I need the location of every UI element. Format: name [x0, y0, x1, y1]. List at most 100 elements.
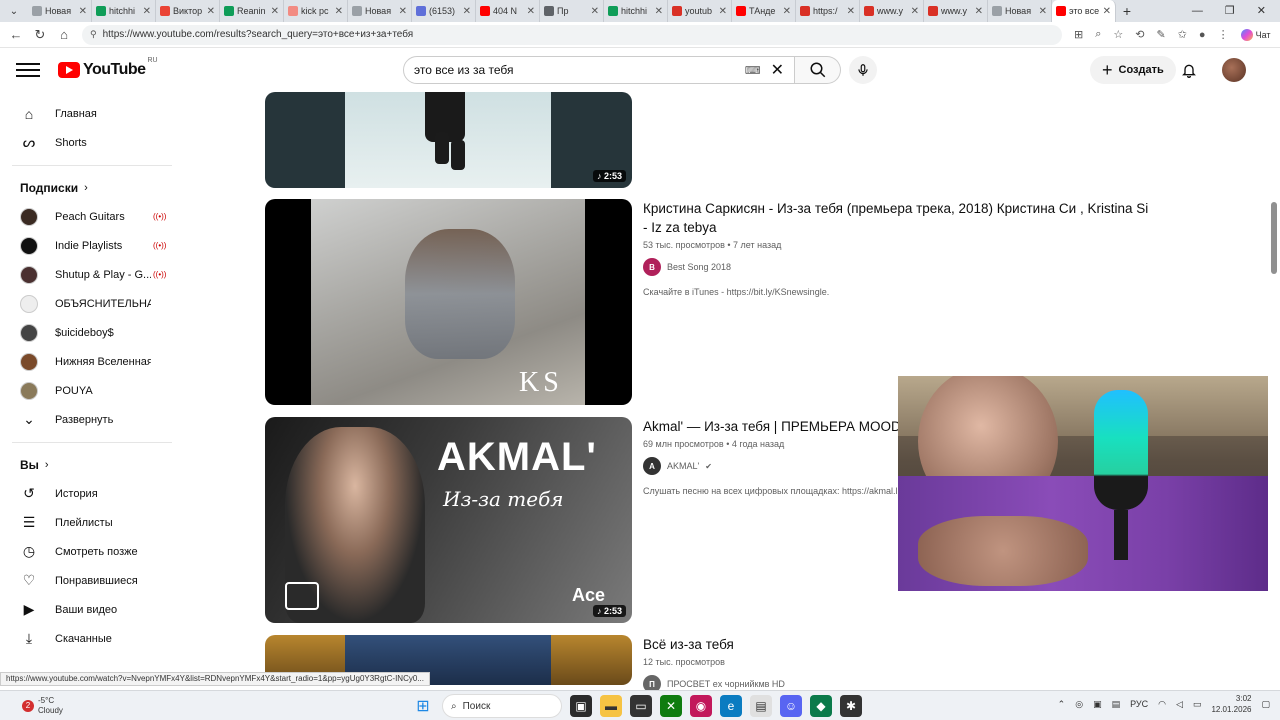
tray-app-icon[interactable]: ◎ [1075, 699, 1083, 710]
restore-icon[interactable]: ❐ [1225, 0, 1235, 22]
account-avatar[interactable] [1222, 58, 1246, 82]
create-button[interactable]: + Создать [1090, 56, 1176, 84]
channel-avatar[interactable]: A [643, 457, 661, 475]
discord-icon[interactable]: ☺ [780, 695, 802, 717]
expand-subscriptions-button[interactable]: ⌄ Развернуть [0, 405, 176, 434]
app-icon[interactable]: ▭ [630, 695, 652, 717]
site-info-icon[interactable]: ⚲ [90, 29, 97, 40]
url-field[interactable]: ⚲ https://www.youtube.com/results?search… [82, 24, 1062, 45]
subscription-item[interactable]: Shutup & Play - G... ((•)) [0, 260, 176, 289]
file-explorer-icon[interactable]: ▬ [600, 695, 622, 717]
channel-name[interactable]: AKMAL' [667, 461, 699, 471]
close-tab-icon[interactable]: ✕ [911, 6, 919, 17]
page-scrollbar[interactable] [1268, 92, 1280, 672]
back-icon[interactable]: ← [4, 27, 28, 42]
close-tab-icon[interactable]: ✕ [143, 6, 151, 17]
browser-tab[interactable]: Новая ✕ [348, 0, 412, 22]
hamburger-menu-icon[interactable] [16, 63, 40, 77]
close-tab-icon[interactable]: ✕ [399, 6, 407, 17]
sidebar-item[interactable]: ♡ Понравившиеся [0, 566, 176, 595]
sidebar-item[interactable]: ▶ Ваши видео [0, 595, 176, 624]
subscription-item[interactable]: ОБЪЯСНИТЕЛЬНАЯ [0, 289, 176, 318]
browser-tab[interactable]: hitchhi ✕ [604, 0, 668, 22]
app-icon[interactable]: ✱ [840, 695, 862, 717]
favorites-icon[interactable]: ✩ [1178, 28, 1187, 41]
minimize-icon[interactable]: — [1192, 0, 1203, 22]
browser-tab[interactable]: Новая ✕ [988, 0, 1052, 22]
taskbar-search[interactable]: ⌕ Поиск [442, 694, 562, 718]
notifications-bell-icon[interactable] [1181, 62, 1197, 81]
close-tab-icon[interactable]: ✕ [783, 6, 791, 17]
profile-icon[interactable]: ● [1199, 29, 1206, 41]
subscription-item[interactable]: Indie Playlists ((•)) [0, 231, 176, 260]
voice-search-button[interactable] [849, 56, 877, 84]
sidebar-item[interactable]: ⤓ Скачанные [0, 624, 176, 653]
refresh-extension-icon[interactable]: ⟲ [1135, 28, 1144, 41]
channel-name[interactable]: ПРОСВЕТ ex чорнийкмв HD [667, 679, 785, 689]
close-tab-icon[interactable]: ✕ [591, 6, 599, 17]
notifications-icon[interactable]: ▢ [1261, 699, 1270, 710]
you-heading[interactable]: Вы › [0, 451, 176, 479]
clear-search-icon[interactable]: ✕ [771, 60, 784, 80]
battery-icon[interactable]: ▭ [1193, 699, 1202, 710]
task-view-icon[interactable]: ▣ [570, 695, 592, 717]
browser-tab[interactable]: www.y ✕ [860, 0, 924, 22]
wifi-icon[interactable]: ◠ [1158, 699, 1166, 710]
close-tab-icon[interactable]: ✕ [335, 6, 343, 17]
bookmark-star-icon[interactable]: ☆ [1113, 28, 1123, 41]
subscription-item[interactable]: Peach Guitars ((•)) [0, 202, 176, 231]
tray-overflow-icon[interactable]: ⌃ [1058, 699, 1066, 710]
close-window-icon[interactable]: ✕ [1257, 0, 1266, 22]
browser-tab[interactable]: Пр ✕ [540, 0, 604, 22]
sidebar-item[interactable]: ᔕ Shorts [0, 128, 176, 157]
video-thumbnail[interactable]: ♪ 2:53 [265, 92, 632, 188]
close-tab-icon[interactable]: ✕ [655, 6, 663, 17]
scrollbar-thumb[interactable] [1271, 202, 1277, 274]
zoom-icon[interactable]: ⌕ [1095, 28, 1101, 41]
close-tab-icon[interactable]: ✕ [463, 6, 471, 17]
video-title[interactable]: Кристина Саркисян - Из-за тебя (премьера… [643, 199, 1153, 237]
browser-tab[interactable]: (6153) ✕ [412, 0, 476, 22]
close-tab-icon[interactable]: ✕ [527, 6, 535, 17]
home-page-icon[interactable]: ⌂ [52, 27, 76, 42]
extensions-icon[interactable]: ✎ [1156, 28, 1165, 41]
reload-icon[interactable]: ↻ [28, 27, 52, 43]
close-tab-icon[interactable]: ✕ [719, 6, 727, 17]
browser-tab[interactable]: kick pc ✕ [284, 0, 348, 22]
search-button[interactable] [795, 56, 841, 84]
close-tab-icon[interactable]: ✕ [207, 6, 215, 17]
tray-app-icon[interactable]: ▣ [1093, 699, 1102, 710]
browser-tab[interactable]: 404 N ✕ [476, 0, 540, 22]
app-icon[interactable]: ◉ [690, 695, 712, 717]
subscriptions-heading[interactable]: Подписки › [0, 174, 176, 202]
close-tab-icon[interactable]: ✕ [1103, 6, 1111, 17]
sidebar-item[interactable]: ◷ Смотреть позже [0, 537, 176, 566]
close-tab-icon[interactable]: ✕ [79, 6, 87, 17]
close-tab-icon[interactable]: ✕ [975, 6, 983, 17]
ai-chat-button[interactable]: Чат [1240, 28, 1271, 41]
browser-tab[interactable]: youtub ✕ [668, 0, 732, 22]
new-tab-button[interactable]: + [1116, 0, 1138, 22]
video-thumbnail[interactable]: AKMAL' Из-за тебя Ace ♪ 2:53 [265, 417, 632, 623]
tab-list-chevron-icon[interactable]: ⌄ [0, 0, 28, 22]
sidebar-item[interactable]: ↺ История [0, 479, 176, 508]
video-thumbnail[interactable]: KS [265, 199, 632, 405]
browser-tab[interactable]: Виктор ✕ [156, 0, 220, 22]
tray-app-icon[interactable]: ▤ [1112, 699, 1121, 710]
youtube-logo[interactable]: YouTube RU [58, 57, 158, 79]
edge-browser-icon[interactable]: e [720, 695, 742, 717]
subscription-item[interactable]: Нижняя Вселенная [0, 347, 176, 376]
search-input[interactable]: это все из за тебя ⌨ ✕ [403, 56, 795, 84]
app-icon[interactable]: ▤ [750, 695, 772, 717]
keyboard-icon[interactable]: ⌨ [745, 64, 761, 77]
close-tab-icon[interactable]: ✕ [847, 6, 855, 17]
video-title[interactable]: Всё из-за тебя [643, 635, 1153, 654]
browser-tab[interactable]: Новая ✕ [28, 0, 92, 22]
browser-tab[interactable]: это все ✕ [1052, 0, 1116, 22]
browser-tab[interactable]: https:/ ✕ [796, 0, 860, 22]
weather-widget[interactable]: 2 -5°C Cloudy [0, 696, 63, 716]
browser-tab[interactable]: ТАнде ✕ [732, 0, 796, 22]
sidebar-item[interactable]: ⌂ Главная [0, 99, 176, 128]
xbox-icon[interactable]: ✕ [660, 695, 682, 717]
subscription-item[interactable]: $uicideboy$ [0, 318, 176, 347]
